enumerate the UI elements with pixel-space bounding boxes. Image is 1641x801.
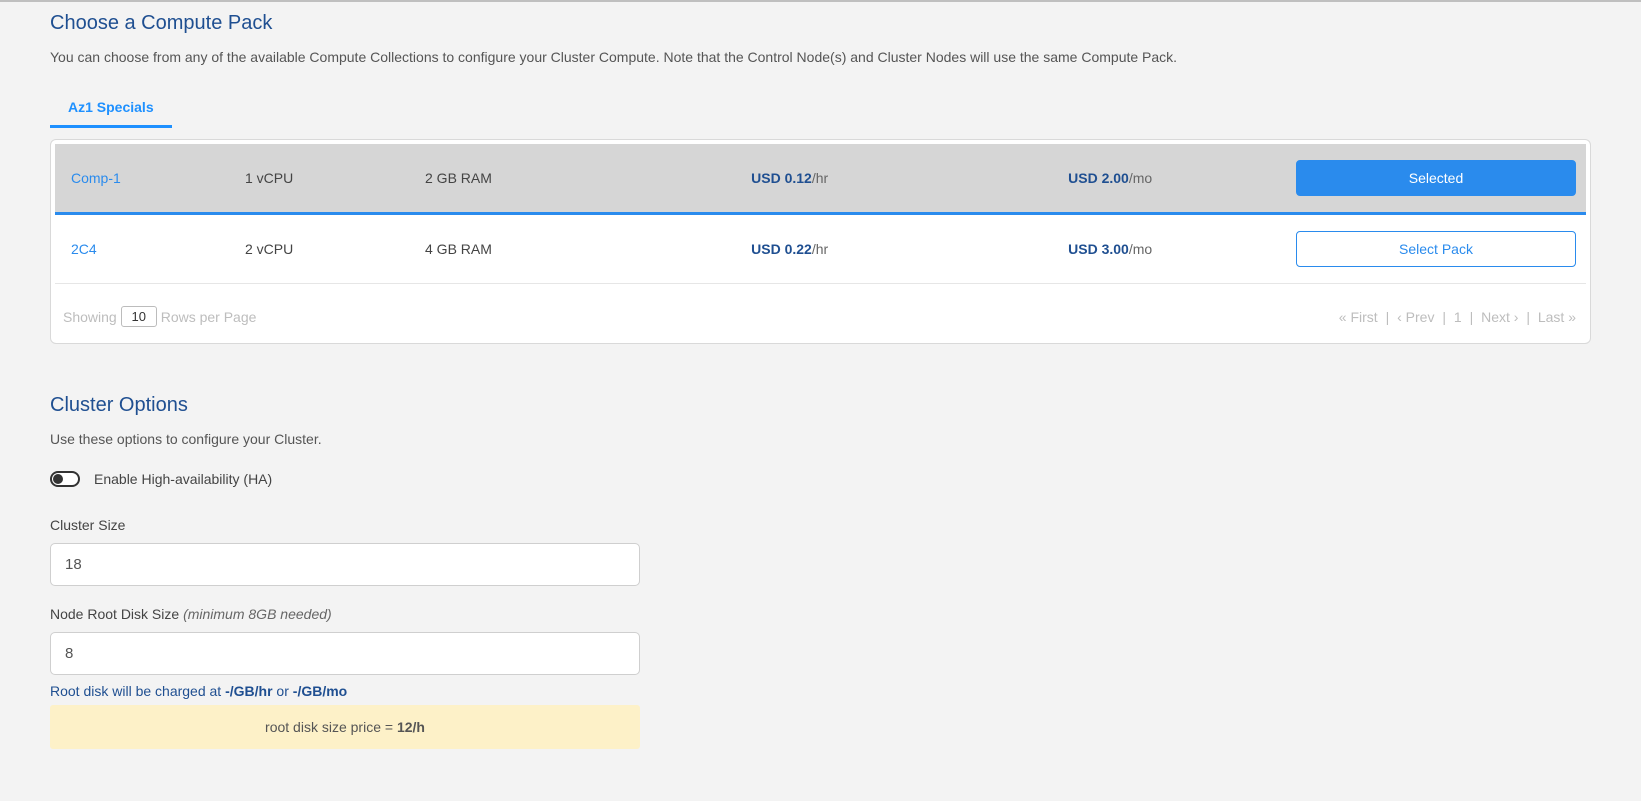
pack-price-mo-main: USD 2.00 (1068, 170, 1129, 186)
root-disk-help-prefix: Root disk will be charged at (50, 683, 225, 699)
pager-sep: | (1440, 309, 1448, 325)
rows-per-page-label: Rows per Page (161, 309, 257, 325)
banner-value: 12/h (397, 719, 425, 735)
pager-page: 1 (1452, 309, 1464, 325)
pager-last[interactable]: Last » (1536, 309, 1578, 325)
compute-desc: You can choose from any of the available… (50, 49, 1591, 65)
cluster-size-label: Cluster Size (50, 517, 690, 533)
pack-price-hr: USD 0.12/hr (635, 144, 944, 214)
pack-price-mo-unit: /mo (1129, 170, 1152, 186)
ha-toggle-row: Enable High-availability (HA) (50, 471, 690, 487)
pack-price-mo: USD 3.00/mo (944, 214, 1276, 284)
tab-az1-specials[interactable]: Az1 Specials (50, 89, 172, 128)
table-row: 2C4 2 vCPU 4 GB RAM USD 0.22/hr USD 3.00… (55, 214, 1586, 284)
banner-prefix: root disk size price = (265, 719, 397, 735)
pager-sep: | (1524, 309, 1532, 325)
cluster-options-desc: Use these options to configure your Clus… (50, 431, 690, 447)
root-disk-label-main: Node Root Disk Size (50, 606, 183, 622)
pack-ram: 2 GB RAM (415, 144, 635, 214)
cluster-options-section: Cluster Options Use these options to con… (50, 394, 690, 749)
root-disk-help-mid: or (273, 683, 293, 699)
showing-label: Showing (63, 309, 117, 325)
pager: « First | ‹ Prev | 1 | Next › | Last » (1337, 309, 1578, 325)
pack-price-mo: USD 2.00/mo (944, 144, 1276, 214)
pack-price-hr-main: USD 0.12 (751, 170, 812, 186)
root-disk-label: Node Root Disk Size (minimum 8GB needed) (50, 606, 690, 622)
compute-title: Choose a Compute Pack (50, 12, 1591, 35)
root-disk-label-note: (minimum 8GB needed) (183, 606, 332, 622)
table-row: Comp-1 1 vCPU 2 GB RAM USD 0.12/hr USD 2… (55, 144, 1586, 214)
table-footer: Showing Rows per Page « First | ‹ Prev |… (55, 284, 1586, 327)
pack-price-hr-main: USD 0.22 (751, 241, 812, 257)
rows-per-page: Showing Rows per Page (63, 306, 256, 327)
pager-sep: | (1468, 309, 1476, 325)
pack-price-hr: USD 0.22/hr (635, 214, 944, 284)
pack-price-hr-unit: /hr (812, 241, 828, 257)
pack-price-mo-unit: /mo (1129, 241, 1152, 257)
pager-prev[interactable]: ‹ Prev (1395, 309, 1436, 325)
compute-tabs: Az1 Specials (50, 89, 1591, 129)
ha-toggle-label: Enable High-availability (HA) (94, 471, 272, 487)
root-disk-help: Root disk will be charged at -/GB/hr or … (50, 683, 690, 699)
cluster-size-field: Cluster Size (50, 517, 690, 586)
selected-button[interactable]: Selected (1296, 160, 1576, 196)
root-disk-help-rate2: -/GB/mo (293, 683, 347, 699)
cluster-size-input[interactable] (50, 543, 640, 586)
rows-per-page-input[interactable] (121, 306, 157, 327)
pager-next[interactable]: Next › (1479, 309, 1520, 325)
pager-sep: | (1384, 309, 1392, 325)
root-disk-help-rate1: -/GB/hr (225, 683, 272, 699)
root-disk-field: Node Root Disk Size (minimum 8GB needed)… (50, 606, 690, 749)
pack-price-mo-main: USD 3.00 (1068, 241, 1129, 257)
pack-price-hr-unit: /hr (812, 170, 828, 186)
pack-name-link[interactable]: 2C4 (65, 241, 97, 257)
root-disk-price-banner: root disk size price = 12/h (50, 705, 640, 749)
select-pack-button[interactable]: Select Pack (1296, 231, 1576, 267)
compute-table: Comp-1 1 vCPU 2 GB RAM USD 0.12/hr USD 2… (55, 144, 1586, 284)
pack-name-link[interactable]: Comp-1 (65, 170, 121, 186)
pack-vcpu: 2 vCPU (235, 214, 415, 284)
compute-section: Choose a Compute Pack You can choose fro… (50, 12, 1591, 344)
root-disk-input[interactable] (50, 632, 640, 675)
pack-vcpu: 1 vCPU (235, 144, 415, 214)
pager-first[interactable]: « First (1337, 309, 1380, 325)
compute-card: Comp-1 1 vCPU 2 GB RAM USD 0.12/hr USD 2… (50, 139, 1591, 344)
pack-ram: 4 GB RAM (415, 214, 635, 284)
cluster-options-title: Cluster Options (50, 394, 690, 417)
ha-toggle[interactable] (50, 471, 80, 487)
